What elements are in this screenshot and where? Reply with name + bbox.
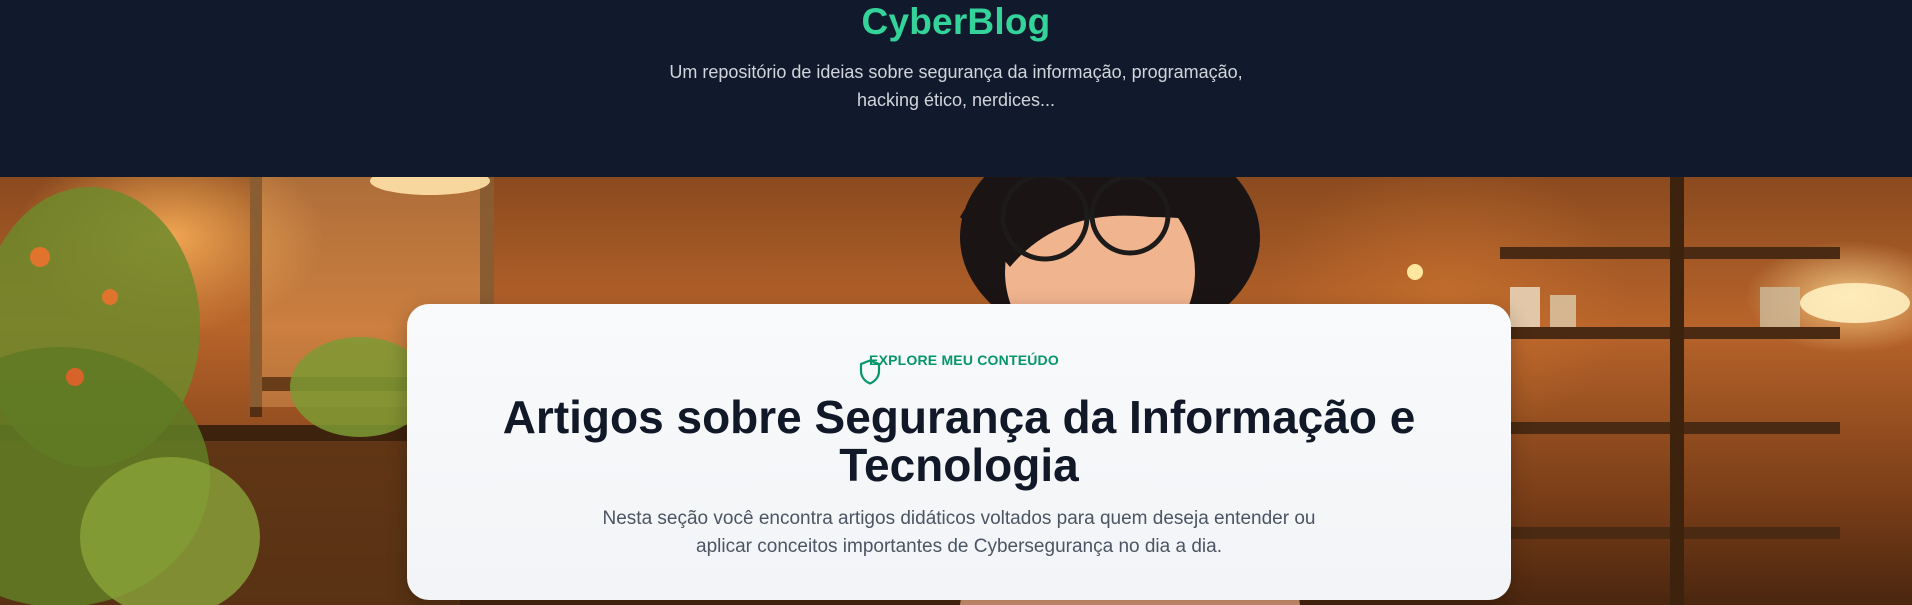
title-line-2: Tecnologia <box>839 439 1079 491</box>
hero-card: EXPLORE MEU CONTEÚDO Artigos sobre Segur… <box>407 304 1511 600</box>
page-title: Artigos sobre Segurança da Informação e … <box>447 393 1471 489</box>
site-logo[interactable]: CyberBlog <box>0 0 1912 44</box>
section-eyebrow: EXPLORE MEU CONTEÚDO <box>407 348 1511 385</box>
site-header: CyberBlog Um repositório de ideias sobre… <box>0 0 1912 177</box>
section-description: Nesta seção você encontra artigos didáti… <box>577 505 1341 561</box>
eyebrow-label: EXPLORE MEU CONTEÚDO <box>869 352 1059 368</box>
description-line-2: aplicar conceitos importantes de Cyberse… <box>696 536 1222 557</box>
site-tagline: Um repositório de ideias sobre segurança… <box>656 58 1256 114</box>
description-line-1: Nesta seção você encontra artigos didáti… <box>602 508 1316 529</box>
title-line-1: Artigos sobre Segurança da Informação e <box>502 391 1416 443</box>
tagline-line-2: hacking ético, nerdices... <box>856 90 1056 110</box>
hero-banner: EXPLORE MEU CONTEÚDO Artigos sobre Segur… <box>0 177 1912 605</box>
tagline-line-1: Um repositório de ideias sobre segurança… <box>669 62 1243 82</box>
